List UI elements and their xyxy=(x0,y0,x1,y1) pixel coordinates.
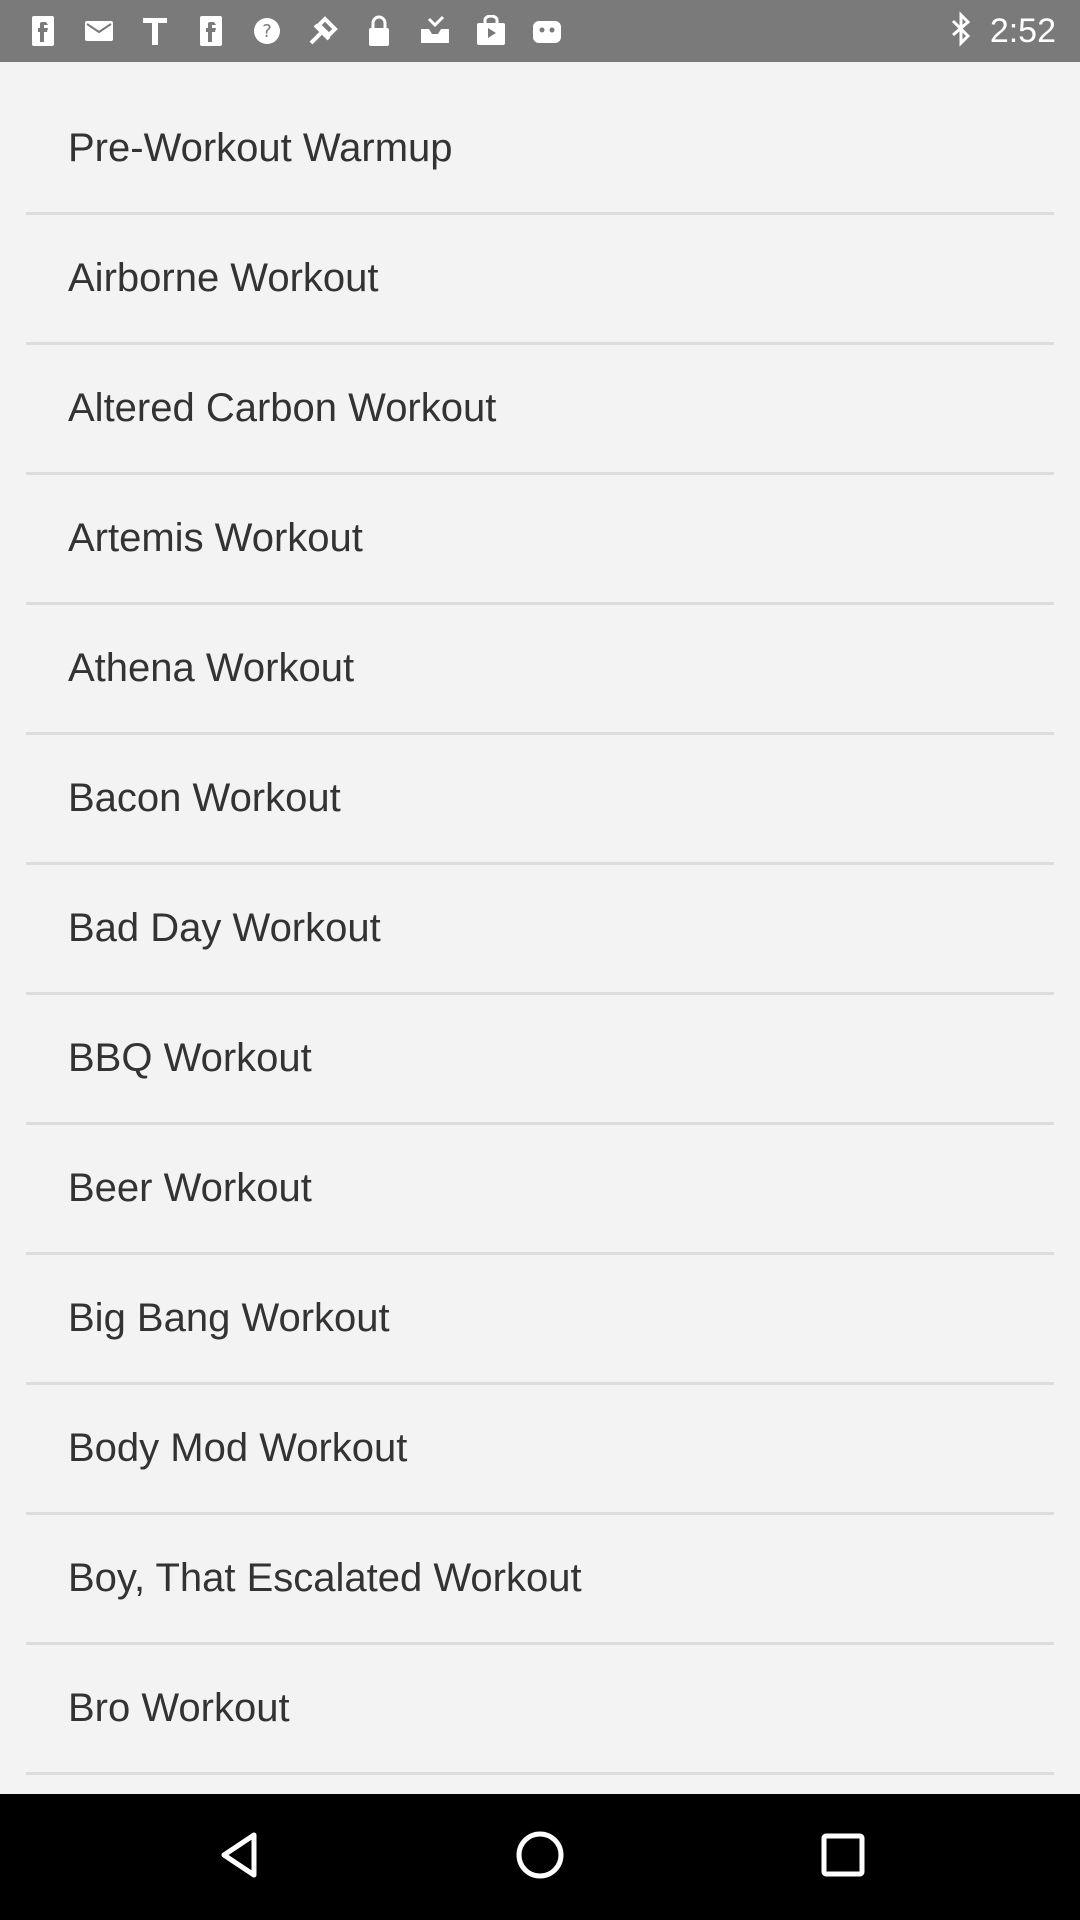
list-item[interactable]: Airborne Workout xyxy=(26,215,1054,345)
svg-text:?: ? xyxy=(262,21,272,42)
recents-button[interactable] xyxy=(780,1794,906,1920)
list-item[interactable]: Bad Day Workout xyxy=(26,865,1054,995)
list-item[interactable]: Bro Workout xyxy=(26,1645,1054,1775)
list-item[interactable]: Bacon Workout xyxy=(26,735,1054,865)
inbox-icon xyxy=(416,12,454,50)
list-item-label: Pre-Workout Warmup xyxy=(68,126,453,170)
f-icon xyxy=(192,12,230,50)
bluetooth-icon xyxy=(948,10,974,52)
list-item[interactable]: Beer Workout xyxy=(26,1125,1054,1255)
play-store-icon xyxy=(472,12,510,50)
status-time: 2:52 xyxy=(989,11,1056,50)
t-icon xyxy=(136,12,174,50)
list-item-label: Bacon Workout xyxy=(68,776,341,820)
list-item-label: BBQ Workout xyxy=(68,1036,312,1080)
list-item-label: Artemis Workout xyxy=(68,516,363,560)
back-button[interactable] xyxy=(177,1794,303,1920)
list-item[interactable]: Altered Carbon Workout xyxy=(26,345,1054,475)
list-item[interactable]: Athena Workout xyxy=(26,605,1054,735)
list-item-label: Bad Day Workout xyxy=(68,906,381,950)
list-item-label: Boy, That Escalated Workout xyxy=(68,1556,582,1600)
list-item-label: Airborne Workout xyxy=(68,256,379,300)
list-item-label: Beer Workout xyxy=(68,1166,312,1210)
status-bar: ? 2:52 xyxy=(0,0,1080,62)
recents-icon xyxy=(815,1827,871,1888)
fake-gps-icon xyxy=(304,12,342,50)
list-item[interactable]: Big Bang Workout xyxy=(26,1255,1054,1385)
workout-list: Pre-Workout Warmup Airborne Workout Alte… xyxy=(26,85,1054,1775)
f-icon xyxy=(24,12,62,50)
lock-icon xyxy=(360,12,398,50)
status-icons-right: 2:52 xyxy=(948,0,1056,62)
list-item-label: Body Mod Workout xyxy=(68,1426,408,1470)
home-icon xyxy=(512,1827,568,1888)
home-button[interactable] xyxy=(477,1794,603,1920)
mail-icon xyxy=(80,12,118,50)
back-icon xyxy=(212,1827,268,1888)
status-icons-left: ? xyxy=(24,0,566,62)
list-item-label: Altered Carbon Workout xyxy=(68,386,497,430)
help-icon: ? xyxy=(248,12,286,50)
list-item-label: Athena Workout xyxy=(68,646,355,690)
navigation-bar xyxy=(0,1794,1080,1920)
list-item[interactable]: Boy, That Escalated Workout xyxy=(26,1515,1054,1645)
list-item[interactable]: BBQ Workout xyxy=(26,995,1054,1125)
list-item-label: Big Bang Workout xyxy=(68,1296,390,1340)
list-item[interactable]: Artemis Workout xyxy=(26,475,1054,605)
workout-list-screen: Pre-Workout Warmup Airborne Workout Alte… xyxy=(0,62,1080,1794)
list-item-label: Bro Workout xyxy=(68,1686,290,1730)
list-item[interactable]: Pre-Workout Warmup xyxy=(26,85,1054,215)
list-item[interactable]: Body Mod Workout xyxy=(26,1385,1054,1515)
android-icon xyxy=(528,12,566,50)
